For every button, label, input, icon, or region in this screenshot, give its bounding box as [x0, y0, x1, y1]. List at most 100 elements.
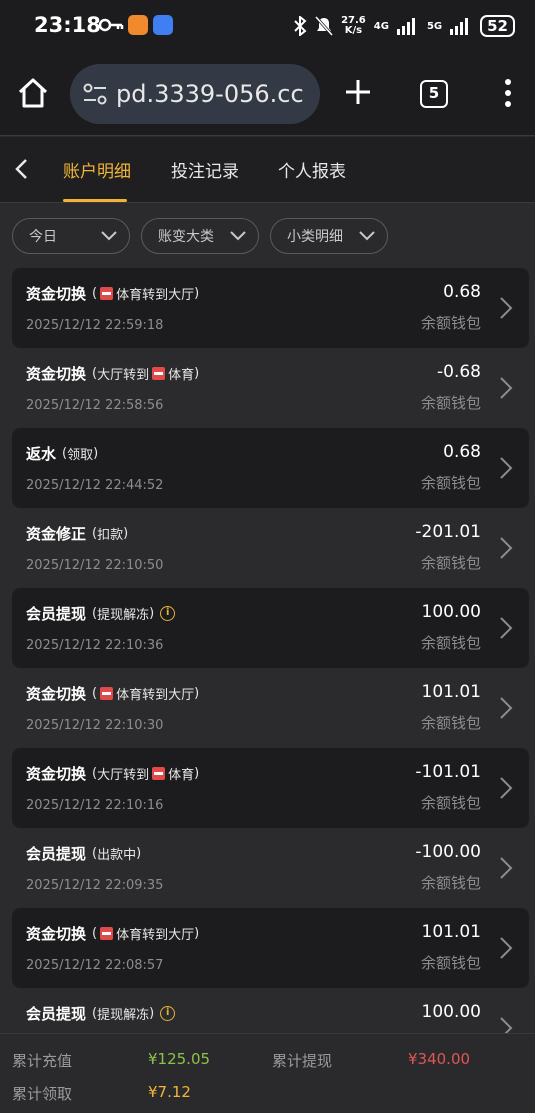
- transaction-date: 2025/12/12 22:10:50: [26, 558, 164, 573]
- transaction-amount: 0.68: [443, 442, 481, 462]
- status-bar: 23:18 27.6 K/s 4G 5G 52: [0, 0, 535, 52]
- signal-label: 4G: [373, 20, 389, 32]
- sports-icon: [152, 767, 166, 780]
- transaction-date: 2025/12/12 22:08:57: [26, 958, 164, 973]
- clock: 23:18: [34, 13, 101, 37]
- transaction-row[interactable]: 资金切换(大厅转到 体育) 2025/12/12 22:10:16 -101.01 余额…: [12, 748, 529, 828]
- chevron-right-icon: [500, 857, 513, 879]
- home-icon[interactable]: [16, 76, 50, 110]
- site-settings-icon[interactable]: [82, 83, 108, 105]
- transaction-subtype: (体育转到大厅): [92, 686, 200, 703]
- url-text: pd.3339-056.cc: [116, 80, 304, 108]
- chevron-down-icon: [359, 231, 375, 241]
- subcategory-filter-dropdown[interactable]: 小类明细: [270, 218, 388, 254]
- wallet-label: 余额钱包: [420, 474, 481, 492]
- transaction-row[interactable]: 资金切换(体育转到大厅) 2025/12/12 22:08:57 101.01 余额钱…: [12, 908, 529, 988]
- sports-icon: [100, 687, 114, 700]
- transaction-date: 2025/12/12 22:10:36: [26, 638, 164, 653]
- transaction-date: 2025/12/12 22:09:35: [26, 878, 164, 893]
- transaction-date: 2025/12/12 22:44:52: [26, 478, 164, 493]
- app-notification-icon: [153, 15, 173, 35]
- transaction-amount: 101.01: [421, 682, 481, 702]
- tab-account-details[interactable]: 账户明细: [63, 157, 131, 182]
- transaction-subtype: (提现解冻): [92, 1006, 155, 1023]
- transaction-subtype: (体育转到大厅): [92, 286, 200, 303]
- transaction-title: 资金切换(体育转到大厅): [26, 285, 200, 303]
- transaction-amount: 100.00: [421, 602, 481, 622]
- filter-label: 今日: [29, 229, 57, 245]
- transaction-row[interactable]: 资金切换(大厅转到 体育) 2025/12/12 22:58:56 -0.68 余额钱包: [12, 348, 529, 428]
- battery-indicator: 52: [480, 15, 515, 37]
- transaction-row[interactable]: 资金修正(扣款) 2025/12/12 22:10:50 -201.01 余额钱包: [12, 508, 529, 588]
- wallet-label: 余额钱包: [420, 954, 481, 972]
- transaction-date: 2025/12/12 22:59:18: [26, 318, 164, 333]
- chevron-right-icon: [500, 697, 513, 719]
- signal-icon: [396, 18, 415, 35]
- back-icon[interactable]: [12, 157, 32, 181]
- network-speed: 27.6 K/s: [341, 15, 366, 36]
- tab-switcher-button[interactable]: 5: [420, 80, 448, 108]
- transaction-row[interactable]: 资金切换(体育转到大厅) 2025/12/12 22:10:30 101.01 余额钱…: [12, 668, 529, 748]
- transaction-row[interactable]: 返水(领取) 2025/12/12 22:44:52 0.68 余额钱包: [12, 428, 529, 508]
- chevron-right-icon: [500, 777, 513, 799]
- wallet-label: 余额钱包: [420, 554, 481, 572]
- transaction-amount: 0.68: [443, 282, 481, 302]
- active-tab-indicator: [63, 199, 127, 202]
- transaction-amount: 101.01: [421, 922, 481, 942]
- transaction-list: 资金切换(体育转到大厅) 2025/12/12 22:59:18 0.68 余额钱包资…: [12, 268, 529, 1068]
- transaction-amount: 100.00: [421, 1002, 481, 1022]
- total-withdraw-label: 累计提现: [272, 1052, 333, 1070]
- total-deposit-label: 累计充值: [12, 1052, 73, 1070]
- key-icon: [98, 18, 124, 32]
- transaction-amount: -0.68: [437, 362, 481, 382]
- wallet-label: 余额钱包: [420, 394, 481, 412]
- transaction-title: 资金切换(大厅转到 体育): [26, 765, 200, 783]
- filter-label: 账变大类: [158, 229, 214, 245]
- transaction-date: 2025/12/12 22:58:56: [26, 398, 164, 413]
- chevron-down-icon: [101, 231, 117, 241]
- total-deposit-value: ¥125.05: [148, 1050, 211, 1068]
- wallet-label: 余额钱包: [420, 714, 481, 732]
- bluetooth-icon: [294, 16, 307, 36]
- tab-bet-records[interactable]: 投注记录: [171, 157, 239, 182]
- chevron-right-icon: [500, 457, 513, 479]
- mute-icon: [315, 16, 334, 36]
- date-filter-dropdown[interactable]: 今日: [12, 218, 130, 254]
- tab-personal-report[interactable]: 个人报表: [278, 157, 346, 182]
- category-filter-dropdown[interactable]: 账变大类: [141, 218, 259, 254]
- chevron-down-icon: [230, 231, 246, 241]
- transaction-row[interactable]: 资金切换(体育转到大厅) 2025/12/12 22:59:18 0.68 余额钱包: [12, 268, 529, 348]
- transaction-title: 资金切换(大厅转到 体育): [26, 365, 200, 383]
- wallet-label: 余额钱包: [420, 634, 481, 652]
- transaction-title: 会员提现(提现解冻) i: [26, 1003, 176, 1024]
- chevron-right-icon: [500, 297, 513, 319]
- transaction-title: 返水(领取): [26, 445, 99, 463]
- wallet-label: 余额钱包: [420, 874, 481, 892]
- wallet-label: 余额钱包: [420, 314, 481, 332]
- transaction-row[interactable]: 会员提现(提现解冻) i 2025/12/12 22:10:36 100.00 余额钱包: [12, 588, 529, 668]
- transaction-subtype: (大厅转到 体育): [92, 366, 200, 383]
- transaction-subtype: (扣款): [92, 526, 129, 543]
- total-claim-value: ¥7.12: [148, 1083, 191, 1101]
- wallet-label: 余额钱包: [420, 794, 481, 812]
- sports-icon: [100, 927, 114, 940]
- browser-toolbar: pd.3339-056.cc 5: [0, 52, 535, 136]
- transaction-subtype: (出款中): [92, 846, 142, 863]
- transaction-subtype: (领取): [62, 446, 99, 463]
- address-bar[interactable]: pd.3339-056.cc: [70, 64, 320, 124]
- new-tab-icon[interactable]: [344, 78, 372, 106]
- transaction-amount: -201.01: [415, 522, 481, 542]
- info-icon[interactable]: i: [160, 1006, 176, 1021]
- summary-footer: 累计充值 ¥125.05 累计提现 ¥340.00 累计领取 ¥7.12: [0, 1033, 535, 1113]
- filter-bar: 今日 账变大类 小类明细: [12, 218, 388, 254]
- transaction-title: 会员提现(出款中): [26, 845, 142, 863]
- more-menu-icon[interactable]: [500, 78, 516, 108]
- transaction-subtype: (体育转到大厅): [92, 926, 200, 943]
- transaction-amount: -100.00: [415, 842, 481, 862]
- transaction-subtype: (提现解冻): [92, 606, 155, 623]
- filter-label: 小类明细: [287, 229, 343, 245]
- transaction-title: 资金修正(扣款): [26, 525, 129, 543]
- info-icon[interactable]: i: [160, 606, 176, 621]
- chevron-right-icon: [500, 937, 513, 959]
- transaction-row[interactable]: 会员提现(出款中) 2025/12/12 22:09:35 -100.00 余额钱包: [12, 828, 529, 908]
